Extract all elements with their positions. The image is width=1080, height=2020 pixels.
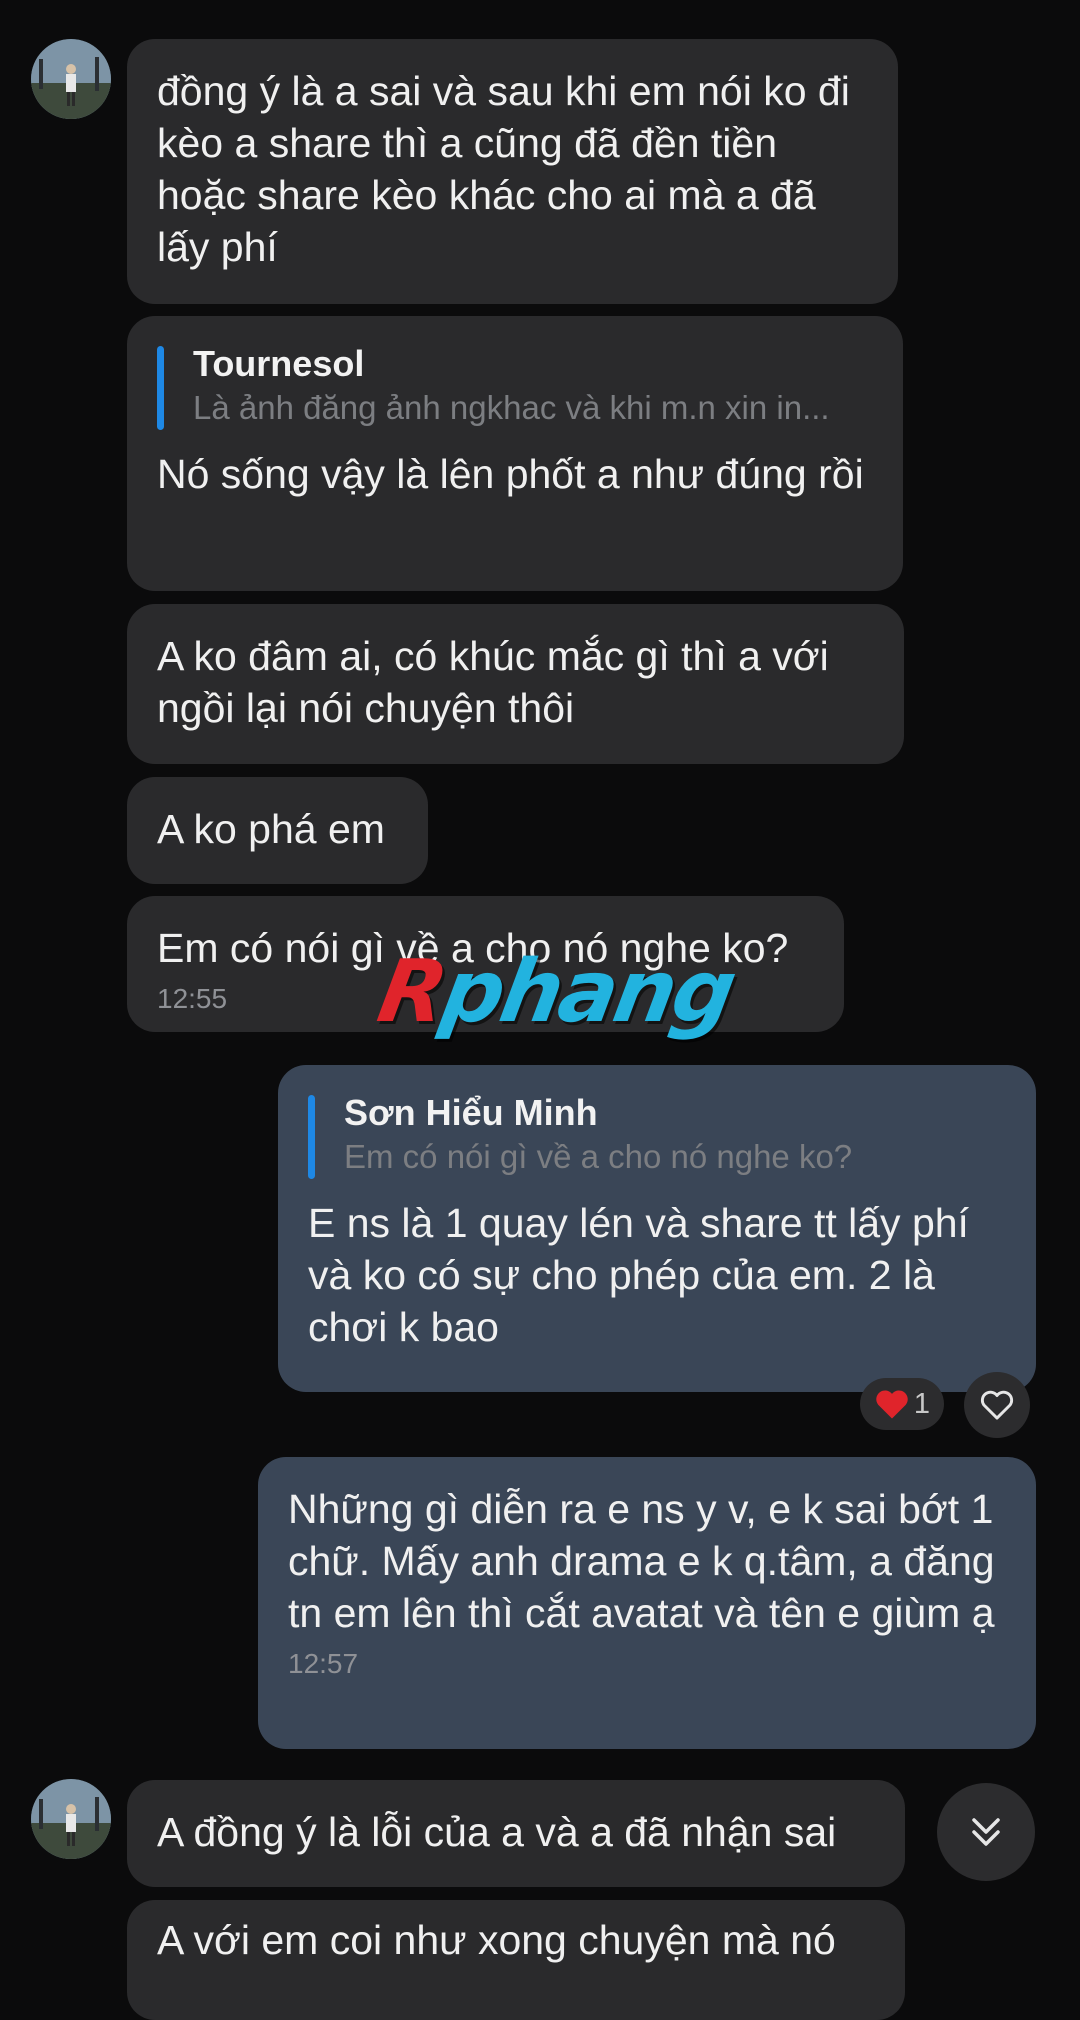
reaction-count: 1: [913, 1387, 931, 1420]
message-text: Nó sống vậy là lên phốt a như đúng rồi: [157, 451, 864, 497]
watermark-logo: Rphang: [371, 942, 741, 1042]
message-text: E ns là 1 quay lén và share tt lấy phí v…: [308, 1200, 969, 1350]
contact-avatar[interactable]: [31, 1779, 111, 1859]
heart-icon: [876, 1390, 908, 1419]
message-bubble-incoming-reply[interactable]: Tournesol Là ảnh đăng ảnh ngkhac và khi …: [127, 316, 903, 591]
quote-text: Là ảnh đăng ảnh ngkhac và khi m.n xin in…: [193, 389, 830, 426]
quote-text: Em có nói gì về a cho nó nghe ko?: [344, 1138, 853, 1175]
message-text: A đồng ý là lỗi của a và a đã nhận sai: [157, 1809, 837, 1855]
message-text: A với em coi như xong chuyện mà nó: [157, 1917, 836, 1963]
message-bubble-incoming[interactable]: A với em coi như xong chuyện mà nó: [127, 1900, 905, 2020]
message-text: Những gì diễn ra e ns y v, e k sai bớt 1…: [288, 1486, 995, 1636]
message-bubble-incoming[interactable]: A ko phá em: [127, 777, 428, 884]
message-bubble-incoming[interactable]: đồng ý là a sai và sau khi em nói ko đi …: [127, 39, 898, 304]
scroll-to-bottom-button[interactable]: [937, 1783, 1035, 1881]
message-time: 12:57: [288, 1648, 359, 1679]
quoted-message[interactable]: Sơn Hiểu Minh Em có nói gì về a cho nó n…: [308, 1091, 1006, 1179]
quote-author: Tournesol: [193, 343, 365, 384]
heart-outline-icon: [980, 1390, 1014, 1420]
message-bubble-incoming[interactable]: A ko đâm ai, có khúc mắc gì thì a với ng…: [127, 604, 904, 764]
message-bubble-outgoing[interactable]: Những gì diễn ra e ns y v, e k sai bớt 1…: [258, 1457, 1036, 1749]
message-text: đồng ý là a sai và sau khi em nói ko đi …: [157, 68, 850, 270]
message-bubble-incoming[interactable]: A đồng ý là lỗi của a và a đã nhận sai: [127, 1780, 905, 1887]
quote-author: Sơn Hiểu Minh: [344, 1092, 598, 1133]
add-reaction-button[interactable]: [964, 1372, 1030, 1438]
contact-avatar[interactable]: [31, 39, 111, 119]
double-chevron-down-icon: [972, 1818, 1000, 1846]
quote-bar: [157, 346, 164, 430]
reaction-chip[interactable]: 1: [860, 1378, 944, 1430]
message-bubble-outgoing-reply[interactable]: Sơn Hiểu Minh Em có nói gì về a cho nó n…: [278, 1065, 1036, 1392]
quoted-message[interactable]: Tournesol Là ảnh đăng ảnh ngkhac và khi …: [157, 342, 873, 430]
message-text: A ko phá em: [157, 806, 385, 852]
message-text: A ko đâm ai, có khúc mắc gì thì a với ng…: [157, 633, 829, 731]
quote-bar: [308, 1095, 315, 1179]
